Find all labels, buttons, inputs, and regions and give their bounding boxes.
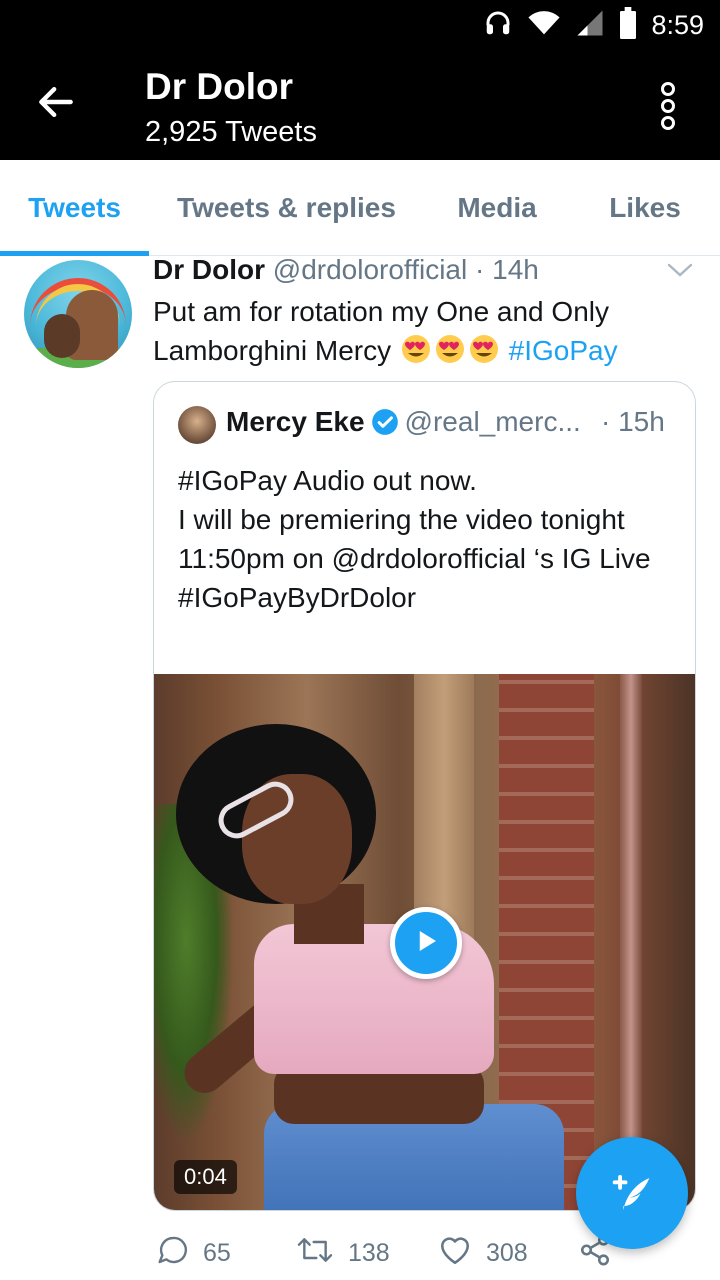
tweet-options-button[interactable] — [666, 260, 694, 280]
back-button[interactable] — [34, 80, 78, 124]
quoted-tweet-text: #IGoPay Audio out now. I will be premier… — [178, 465, 651, 613]
status-bar: 8:59 — [0, 0, 720, 50]
arrow-left-icon — [34, 86, 78, 128]
tweet-text-part: Lamborghini Mercy — [153, 335, 399, 366]
tweet-text: Put am for rotation my One and Only Lamb… — [153, 292, 698, 370]
profile-name: Dr Dolor — [145, 66, 293, 107]
tweet-text-line: Put am for rotation my One and Only — [153, 296, 609, 327]
retweet-button[interactable]: 138 — [296, 1228, 390, 1278]
video-player[interactable]: 0:04 — [154, 674, 695, 1210]
retweet-icon — [296, 1234, 334, 1273]
play-icon — [411, 926, 441, 961]
quoted-tweet-header: Mercy Eke @real_merc... — [226, 406, 581, 438]
tweet-count: 2,925 Tweets — [145, 116, 317, 148]
more-options-button[interactable] — [658, 82, 678, 130]
quoted-author-handle: @real_merc... — [404, 406, 581, 437]
like-button[interactable]: 308 — [438, 1228, 528, 1278]
video-duration: 0:04 — [174, 1160, 237, 1194]
reply-button[interactable]: 65 — [157, 1228, 231, 1278]
profile-header: Dr Dolor 2,925 Tweets — [0, 50, 720, 160]
active-tab-indicator — [0, 251, 149, 256]
tweet-text-line: Lamborghini Mercy #IGoPay — [153, 331, 698, 370]
verified-badge-icon — [371, 408, 399, 436]
reply-count: 65 — [203, 1238, 231, 1267]
video-frame-art — [620, 674, 642, 1210]
tab-tweets[interactable]: Tweets — [0, 160, 149, 256]
quoted-tweet[interactable]: Mercy Eke @real_merc... · 15h #IGoPay Au… — [153, 381, 696, 1211]
heart-icon — [438, 1234, 472, 1273]
more-vertical-icon — [661, 82, 675, 96]
heart-eyes-emoji-icon — [399, 335, 501, 366]
avatar[interactable] — [24, 260, 132, 368]
quoted-avatar — [178, 406, 216, 444]
avatar-art — [44, 314, 80, 358]
status-time: 8:59 — [651, 9, 704, 40]
profile-tabs: Tweets Tweets & replies Media Likes — [0, 160, 720, 256]
retweet-count: 138 — [348, 1238, 390, 1267]
wifi-icon — [527, 8, 561, 43]
reply-icon — [157, 1234, 189, 1273]
compose-tweet-button[interactable] — [576, 1137, 688, 1249]
more-dot — [661, 116, 675, 130]
tweet-header: Dr Dolor @drdolorofficial · 14h — [153, 254, 539, 286]
quoted-timestamp: · 15h — [601, 406, 665, 437]
headphones-icon — [483, 8, 513, 43]
chevron-down-icon — [666, 263, 694, 284]
signal-icon — [575, 8, 605, 43]
play-button[interactable] — [390, 907, 462, 979]
battery-icon — [619, 6, 637, 44]
tab-tweets-replies[interactable]: Tweets & replies — [149, 160, 424, 256]
compose-feather-icon — [606, 1165, 658, 1222]
like-count: 308 — [486, 1238, 528, 1267]
tab-likes[interactable]: Likes — [570, 160, 720, 256]
quoted-author-name: Mercy Eke — [226, 406, 365, 437]
tweet-author-name[interactable]: Dr Dolor — [153, 254, 265, 285]
more-dot — [661, 99, 675, 113]
tweet-timestamp: 14h — [492, 254, 539, 285]
tab-media[interactable]: Media — [424, 160, 570, 256]
tweet-separator: · — [467, 254, 493, 285]
hashtag-link[interactable]: #IGoPay — [509, 335, 618, 366]
tweet-author-handle[interactable]: @drdolorofficial — [273, 254, 467, 285]
